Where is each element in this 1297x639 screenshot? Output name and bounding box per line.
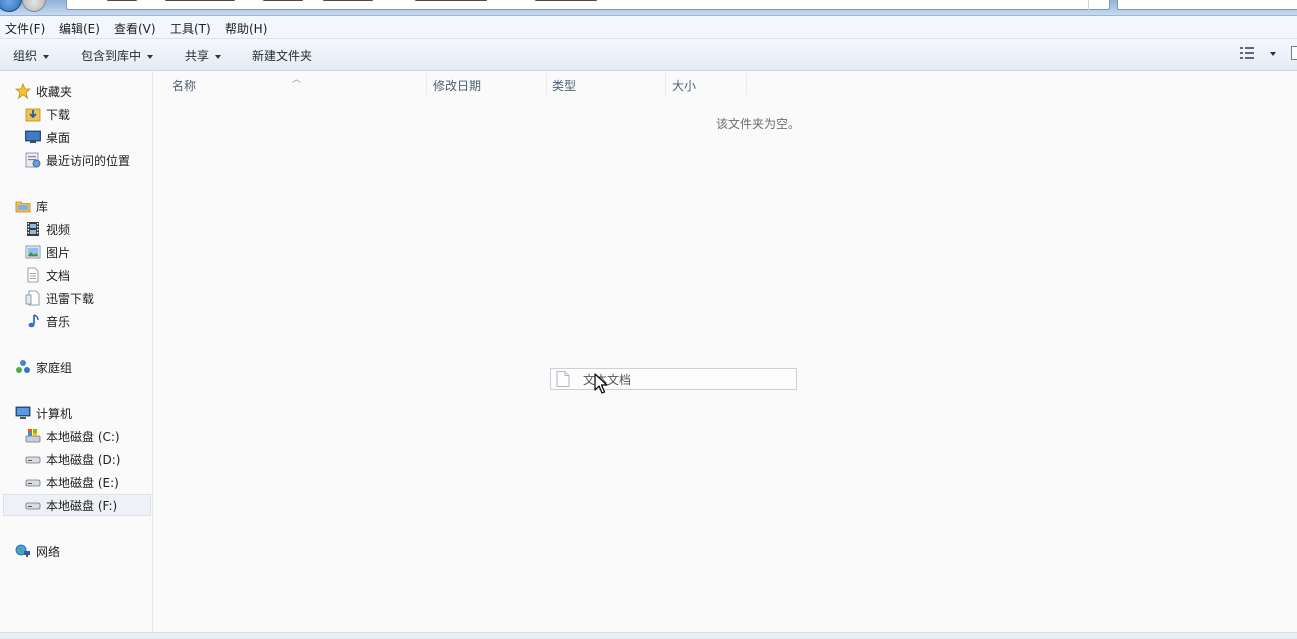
sidebar-item-label: 最近访问的位置 [46,153,131,168]
address-field[interactable] [66,0,1110,10]
sidebar-item-label: 本地磁盘 (C:) [46,429,120,444]
libraries-icon [15,198,31,214]
sidebar-item-label: 计算机 [36,406,73,421]
column-divider[interactable] [426,73,427,95]
sidebar-item-music[interactable]: 音乐 [25,311,70,331]
drive-icon [25,474,41,490]
sidebar-item-label: 库 [36,199,49,214]
sidebar-item-pictures[interactable]: 图片 [25,242,70,262]
sidebar-item-label: 家庭组 [36,360,73,375]
sidebar-item-label: 图片 [46,245,71,260]
column-divider[interactable] [665,73,666,95]
column-header-type[interactable]: 类型 [552,77,576,94]
sidebar-item-label: 桌面 [46,130,71,145]
sidebar-item-drive-e[interactable]: 本地磁盘 (E:) [25,472,119,492]
recent-places-icon [25,152,41,168]
address-bar-strip [0,0,1297,16]
drag-preview-item: 文本文档 [550,368,797,390]
documents-icon [25,267,41,283]
video-icon [25,221,41,237]
forward-button[interactable] [22,0,46,12]
breadcrumb-segment[interactable] [107,0,137,1]
sidebar-item-label: 迅雷下载 [46,291,95,306]
sidebar-item-label: 本地磁盘 (D:) [46,452,121,467]
sidebar-item-label: 收藏夹 [36,84,73,99]
breadcrumb-segment[interactable] [323,0,373,1]
view-options-icon[interactable] [1240,47,1254,59]
file-list-pane[interactable]: ︿ 名称 修改日期 类型 大小 该文件夹为空。 文本文档 [154,71,1297,632]
menu-help[interactable]: 帮助(H) [225,20,267,37]
back-button[interactable] [0,0,22,12]
column-header-size[interactable]: 大小 [672,77,696,94]
include-in-library-button[interactable]: 包含到库中 [81,47,154,64]
music-icon [25,313,41,329]
sidebar-item-libraries[interactable]: 库 [15,196,48,216]
xunlei-download-icon [25,290,41,306]
sidebar-item-downloads[interactable]: 下载 [25,104,70,124]
sidebar-item-drive-f[interactable]: 本地磁盘 (F:) [3,494,151,516]
preview-pane-button[interactable] [1291,46,1297,60]
breadcrumb-segment[interactable] [165,0,235,1]
menu-tools[interactable]: 工具(T) [170,20,211,37]
breadcrumb-segment[interactable] [415,0,487,1]
include-in-library-label: 包含到库中 [81,49,142,63]
sidebar-item-video[interactable]: 视频 [25,219,70,239]
menu-file[interactable]: 文件(F) [5,20,45,37]
network-icon [15,543,31,559]
sidebar-item-label: 下载 [46,107,71,122]
text-document-icon [556,371,570,387]
sort-ascending-icon: ︿ [292,75,302,85]
sidebar-item-label: 网络 [36,544,61,559]
sidebar-item-label: 本地磁盘 (E:) [46,475,119,490]
sidebar-item-computer[interactable]: 计算机 [15,403,72,423]
navigation-pane: 收藏夹 下载 桌面 最近访问的位置 库 视频 图片 文档 迅雷下载 音乐 家庭组… [0,71,153,632]
share-button[interactable]: 共享 [185,47,222,64]
downloads-icon [25,106,41,122]
mouse-pointer-icon [594,373,608,394]
homegroup-icon [15,359,31,375]
column-divider[interactable] [746,73,747,95]
address-history-dropdown[interactable] [1088,0,1110,10]
sidebar-item-label: 本地磁盘 (F:) [46,498,118,513]
chevron-down-icon [147,54,154,59]
new-folder-button[interactable]: 新建文件夹 [252,47,312,64]
column-header-date-modified[interactable]: 修改日期 [433,77,481,94]
sidebar-item-recent-places[interactable]: 最近访问的位置 [25,150,130,170]
sidebar-item-drive-c[interactable]: 本地磁盘 (C:) [25,426,120,446]
search-input[interactable] [1117,0,1297,10]
status-bar-edge [0,632,1297,639]
menu-bar: 文件(F) 编辑(E) 查看(V) 工具(T) 帮助(H) [0,16,1297,39]
sidebar-item-label: 视频 [46,222,71,237]
menu-view[interactable]: 查看(V) [114,20,156,37]
pictures-icon [25,244,41,260]
sidebar-item-network[interactable]: 网络 [15,541,60,561]
breadcrumb-segment[interactable] [263,0,303,1]
sidebar-item-label: 文档 [46,268,71,283]
drive-icon [25,451,41,467]
sidebar-item-drive-d[interactable]: 本地磁盘 (D:) [25,449,120,469]
share-label: 共享 [185,49,210,63]
star-icon [15,83,31,99]
column-header-name[interactable]: 名称 [172,77,196,94]
organize-button[interactable]: 组织 [13,47,50,64]
sidebar-item-desktop[interactable]: 桌面 [25,127,70,147]
sidebar-item-favorites[interactable]: 收藏夹 [15,81,72,101]
sidebar-item-label: 音乐 [46,314,71,329]
chevron-down-icon [43,54,50,59]
sidebar-item-documents[interactable]: 文档 [25,265,70,285]
chevron-down-icon [215,54,222,59]
computer-icon [15,405,31,421]
column-divider[interactable] [546,73,547,95]
command-bar: 组织 包含到库中 共享 新建文件夹 [0,39,1297,71]
empty-folder-message: 该文件夹为空。 [716,117,801,131]
sidebar-item-homegroup[interactable]: 家庭组 [15,357,72,377]
menu-edit[interactable]: 编辑(E) [59,20,100,37]
breadcrumb-segment[interactable] [535,0,597,1]
organize-label: 组织 [13,49,38,63]
view-options-chevron-icon[interactable] [1270,52,1276,56]
system-drive-icon [25,428,41,444]
drive-icon [25,497,41,513]
desktop-icon [25,129,41,145]
sidebar-item-xunlei-download[interactable]: 迅雷下载 [25,288,94,308]
